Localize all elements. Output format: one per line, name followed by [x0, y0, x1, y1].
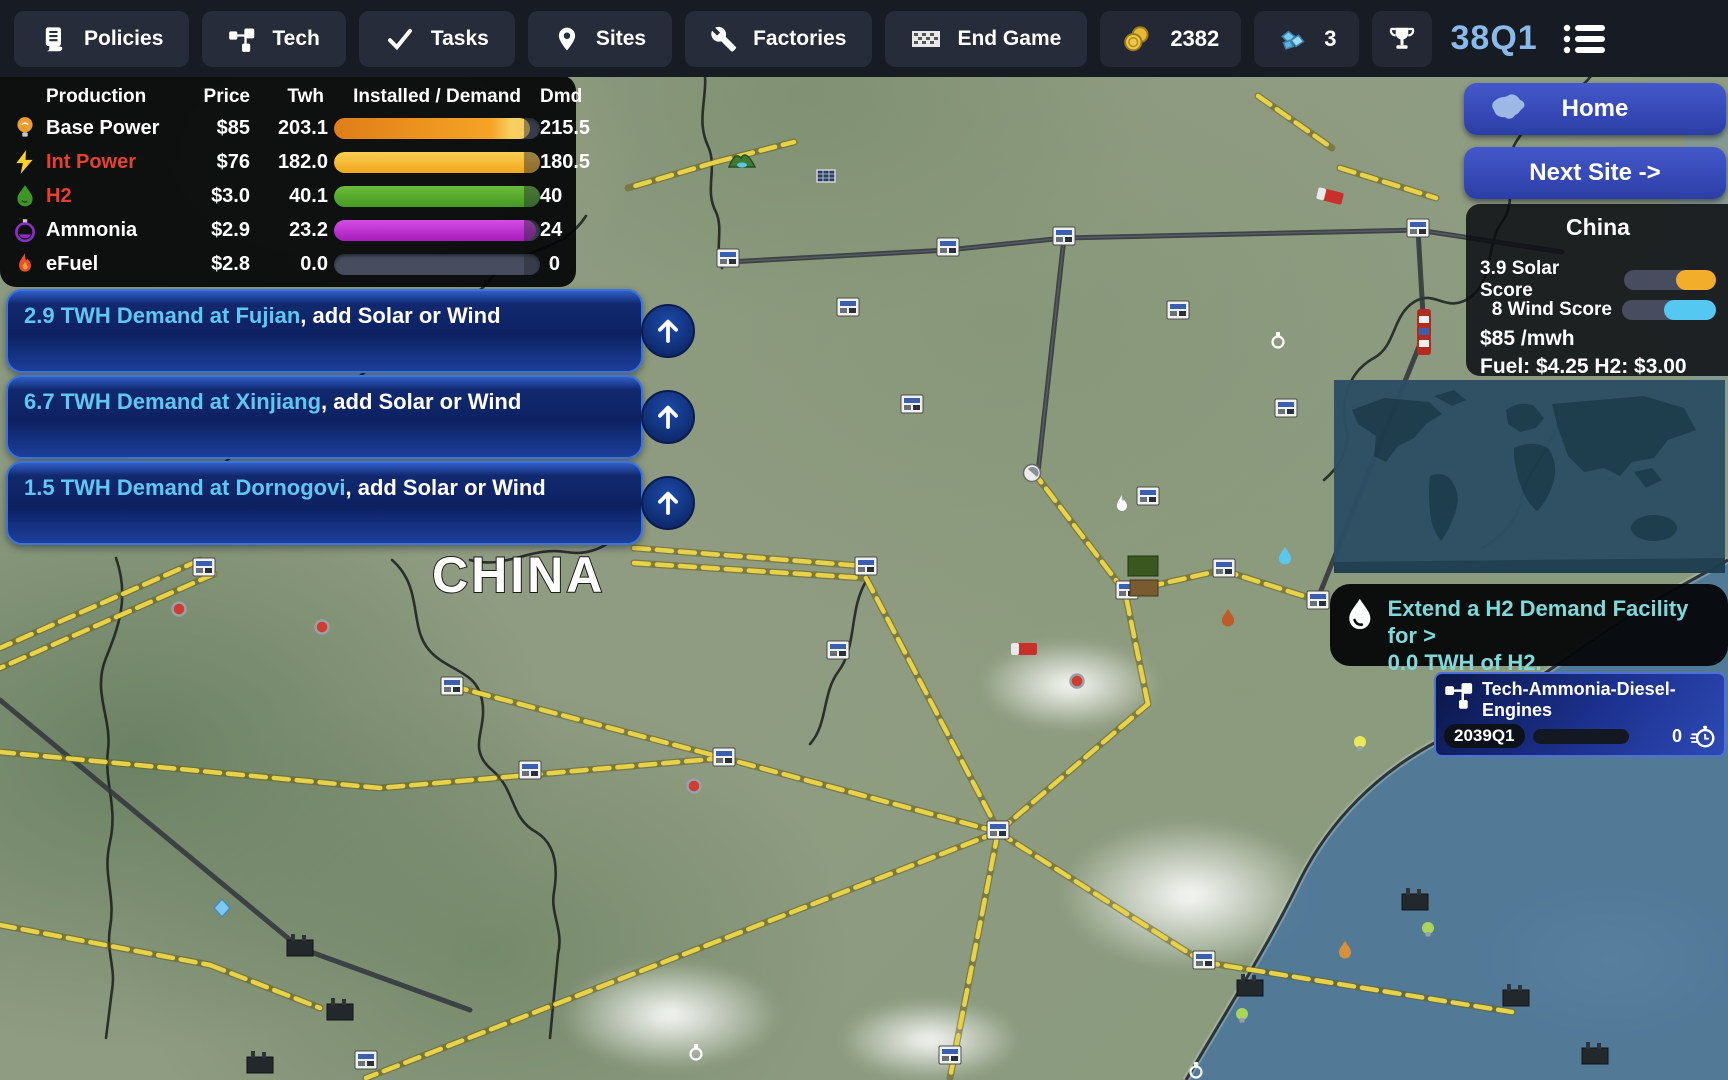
header-production: Production — [46, 86, 194, 108]
tech-tree-icon — [1444, 679, 1474, 711]
production-row-base-power: Base Power $85 203.1 215.5 — [12, 111, 566, 145]
tech-research-panel[interactable]: Tech-Ammonia-Diesel- Engines 2039Q1 0 — [1434, 672, 1726, 757]
header-dmd: Dmd — [540, 86, 582, 108]
china-map-icon — [1486, 92, 1530, 126]
production-row-h2: H2 $3.0 40.1 40 — [12, 179, 566, 213]
tech-tree-icon — [228, 25, 256, 53]
h2-bar — [334, 186, 540, 207]
tech-name-line1: Tech-Ammonia-Diesel- — [1482, 679, 1676, 700]
alert-up-arrow-button[interactable] — [641, 304, 695, 358]
tech-label: Tech — [272, 27, 319, 51]
factories-label: Factories — [753, 27, 846, 51]
gems-value: 3 — [1324, 26, 1336, 52]
trophy-icon — [1387, 24, 1417, 54]
policies-label: Policies — [84, 27, 163, 51]
scroll-icon — [40, 25, 68, 53]
map-pin-icon — [554, 26, 580, 52]
tech-count: 0 — [1672, 726, 1682, 747]
alert-highlight: 1.5 TWH Demand at Dornogovi — [24, 475, 345, 500]
production-panel: Production Price Twh Installed / Demand … — [0, 75, 576, 287]
tech-progress-bar — [1533, 729, 1629, 744]
endgame-icon — [911, 27, 941, 51]
flask-icon — [12, 217, 38, 243]
menu-icon[interactable] — [1561, 21, 1607, 57]
ammonia-bar — [334, 220, 540, 241]
tasks-label: Tasks — [431, 27, 489, 51]
coins-counter[interactable]: 2382 — [1100, 11, 1241, 67]
production-row-efuel: eFuel $2.8 0.0 0 — [12, 247, 566, 281]
alert-up-arrow-button[interactable] — [641, 390, 695, 444]
home-label: Home — [1562, 95, 1629, 123]
base-power-bar — [334, 118, 540, 139]
h2-droplet-icon — [12, 183, 38, 209]
coins-value: 2382 — [1170, 26, 1219, 52]
end-game-button[interactable]: End Game — [885, 11, 1087, 67]
solar-score-row: 3.9 Solar Score — [1480, 267, 1716, 293]
alert-fujian[interactable]: 2.9 TWH Demand at Fujian, add Solar or W… — [6, 289, 643, 373]
h2-task-panel[interactable]: Extend a H2 Demand Facility for > 0.0 TW… — [1330, 584, 1728, 666]
sites-button[interactable]: Sites — [528, 11, 672, 67]
header-installed: Installed / Demand — [334, 86, 540, 108]
int-power-bar — [334, 152, 540, 173]
power-price: $85 /mwh — [1480, 327, 1716, 351]
alert-highlight: 6.7 TWH Demand at Xinjiang — [24, 389, 321, 414]
factories-button[interactable]: Factories — [685, 11, 872, 67]
tech-name-line2: Engines — [1482, 700, 1676, 721]
country-name: China — [1480, 214, 1716, 241]
map-label-china: CHINA — [432, 547, 605, 603]
fuel-prices: Fuel: $4.25 H2: $3.00 — [1480, 355, 1716, 379]
efuel-bar — [334, 254, 540, 275]
home-button[interactable]: Home — [1464, 83, 1726, 135]
header-twh: Twh — [256, 86, 334, 108]
up-arrow-icon — [653, 488, 683, 518]
alert-dornogovi[interactable]: 1.5 TWH Demand at Dornogovi, add Solar o… — [6, 461, 643, 545]
alert-up-arrow-button[interactable] — [641, 476, 695, 530]
coins-icon — [1122, 24, 1152, 54]
tech-eta: 2039Q1 — [1444, 724, 1525, 748]
gems-counter[interactable]: 3 — [1254, 11, 1358, 67]
trophy-button[interactable] — [1372, 11, 1432, 67]
production-row-int-power: Int Power $76 182.0 180.5 — [12, 145, 566, 179]
quarter-indicator: 38Q1 — [1451, 19, 1538, 58]
tasks-button[interactable]: Tasks — [359, 11, 515, 67]
stopwatch-icon — [1690, 723, 1716, 749]
alert-rest: , add Solar or Wind — [321, 389, 521, 414]
production-row-ammonia: Ammonia $2.9 23.2 24 — [12, 213, 566, 247]
country-panel: China 3.9 Solar Score 8 Wind Score $85 /… — [1466, 204, 1728, 376]
up-arrow-icon — [653, 316, 683, 346]
solar-score-bar — [1624, 270, 1716, 290]
up-arrow-icon — [653, 402, 683, 432]
alert-highlight: 2.9 TWH Demand at Fujian — [24, 303, 300, 328]
wind-score-row: 8 Wind Score — [1480, 297, 1716, 323]
tech-button[interactable]: Tech — [202, 11, 345, 67]
sites-label: Sites — [596, 27, 646, 51]
check-icon — [385, 24, 415, 54]
wrench-icon — [711, 26, 737, 52]
gem-icon — [1276, 24, 1306, 54]
droplet-icon — [1344, 596, 1376, 636]
bolt-icon — [12, 149, 38, 175]
world-map-thumbnail[interactable] — [1334, 380, 1725, 573]
top-bar: Policies Tech Tasks Sites Factories — [0, 0, 1728, 77]
task-line1: Extend a H2 Demand Facility for > — [1388, 596, 1718, 650]
wind-score-label: 8 Wind Score — [1492, 299, 1612, 321]
next-site-label: Next Site -> — [1529, 159, 1660, 187]
alert-rest: , add Solar or Wind — [345, 475, 545, 500]
solar-score-label: 3.9 Solar Score — [1480, 258, 1614, 302]
alert-rest: , add Solar or Wind — [300, 303, 500, 328]
alert-xinjiang[interactable]: 6.7 TWH Demand at Xinjiang, add Solar or… — [6, 375, 643, 459]
policies-button[interactable]: Policies — [14, 11, 189, 67]
end-game-label: End Game — [957, 27, 1061, 51]
bulb-icon — [12, 115, 38, 141]
flame-icon — [12, 251, 38, 277]
header-price: Price — [194, 86, 256, 108]
production-header: Production Price Twh Installed / Demand … — [12, 83, 566, 111]
next-site-button[interactable]: Next Site -> — [1464, 147, 1726, 199]
wind-score-bar — [1622, 300, 1716, 320]
